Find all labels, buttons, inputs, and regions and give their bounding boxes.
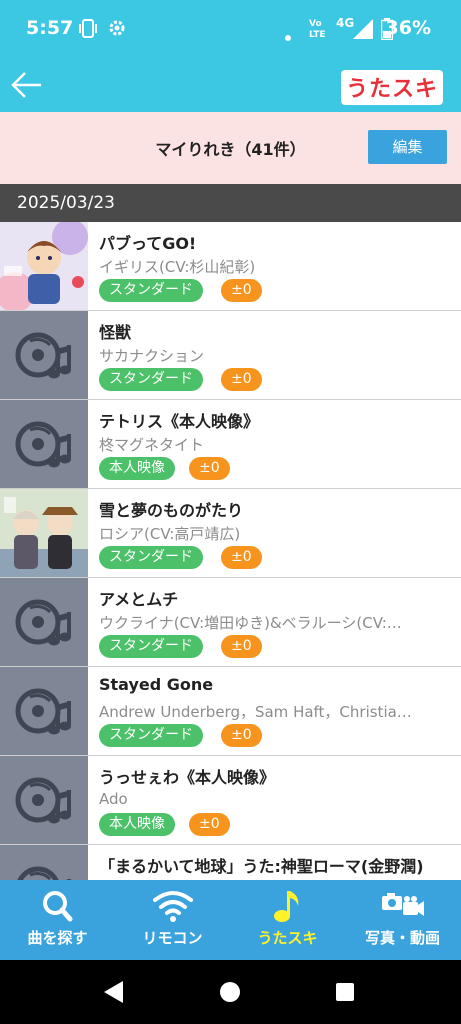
- nav-utasuki-label: うたスキ: [257, 929, 318, 947]
- song-title: 「まるかいて地球」うた:神聖ローマ(金野潤): [99, 857, 424, 876]
- song-row[interactable]: パブってGO! イギリス(CV:杉山紀彰) スタンダード ±0: [0, 222, 461, 311]
- music-disc-icon: [0, 756, 88, 844]
- song-row[interactable]: 怪獣サカナクションスタンダード ±0: [0, 311, 461, 400]
- song-key-badge: ±0: [189, 813, 230, 836]
- song-type-badge: 本人映像: [99, 813, 175, 836]
- song-row[interactable]: テトリス《本人映像》 柊マグネタイト本人映像 ±0: [0, 400, 461, 489]
- system-nav-bar: [0, 960, 461, 1024]
- svg-text:Vo: Vo: [309, 19, 322, 29]
- recents-square-icon[interactable]: [335, 982, 355, 1002]
- song-type-badge: スタンダード: [99, 279, 203, 302]
- song-key-badge: ±0: [189, 457, 230, 480]
- wifi-icon: [153, 891, 193, 922]
- song-title: アメとムチ: [99, 590, 179, 609]
- network-type: 4G: [336, 16, 355, 30]
- song-artist: 柊マグネタイト: [99, 436, 205, 454]
- song-row[interactable]: Stayed Gone Andrew Underberg，Sam Haft，Chr…: [0, 667, 461, 756]
- song-key-badge: ±0: [221, 635, 262, 658]
- song-row[interactable]: 「まるかいて地球」うた:神聖ローマ(金野潤): [0, 845, 461, 880]
- nav-remote[interactable]: リモコン: [115, 880, 230, 960]
- nav-search[interactable]: 曲を探す: [0, 880, 115, 960]
- back-button[interactable]: [10, 68, 44, 102]
- music-disc-icon: [0, 311, 88, 399]
- song-key-badge: ±0: [221, 279, 262, 302]
- nav-photo-video[interactable]: 写真・動画: [345, 880, 460, 960]
- song-key-badge: ±0: [221, 368, 262, 391]
- song-title: パブってGO!: [99, 234, 197, 253]
- status-time: 5:57: [26, 17, 74, 39]
- song-artist: ロシア(CV:高戸靖広): [99, 525, 241, 543]
- nav-remote-label: リモコン: [142, 929, 203, 947]
- sim-icon: [78, 18, 98, 44]
- song-title: Stayed Gone: [99, 675, 214, 694]
- svg-text:LTE: LTE: [309, 30, 326, 39]
- song-artist: Ado: [99, 790, 128, 808]
- song-row[interactable]: アメとムチウクライナ(CV:増田ゆき)&ベラルーシ(CV:… スタンダード ±0: [0, 578, 461, 667]
- bottom-nav: 曲を探す リモコン うたスキ 写真・動画: [0, 880, 461, 960]
- music-disc-icon: [0, 667, 88, 755]
- music-disc-icon: [0, 578, 88, 666]
- song-key-badge: ±0: [221, 724, 262, 747]
- nav-utasuki[interactable]: うたスキ: [230, 880, 345, 960]
- music-disc-icon: [0, 400, 88, 488]
- song-type-badge: スタンダード: [99, 635, 203, 658]
- settings-icon: [107, 18, 127, 42]
- camera-video-icon: [382, 893, 424, 916]
- arrow-left-icon: [11, 72, 41, 98]
- song-type-badge: スタンダード: [99, 368, 203, 391]
- song-list: パブってGO! イギリス(CV:杉山紀彰) スタンダード ±0 怪獣 サカナクション スタン…: [0, 222, 461, 880]
- edit-button[interactable]: 編集: [368, 130, 447, 164]
- search-icon: [43, 891, 73, 922]
- app-header: うたスキ: [0, 58, 461, 112]
- back-triangle-icon[interactable]: [103, 980, 125, 1004]
- song-key-badge: ±0: [221, 546, 262, 569]
- song-type-badge: 本人映像: [99, 457, 175, 480]
- song-type-badge: スタンダード: [99, 724, 203, 747]
- nav-search-label: 曲を探す: [27, 929, 88, 947]
- song-artwork: [0, 222, 88, 310]
- dot-icon: [285, 26, 291, 45]
- battery-percent: 36%: [385, 17, 431, 39]
- song-type-badge: スタンダード: [99, 546, 203, 569]
- song-artist: ウクライナ(CV:増田ゆき)&ベラルーシ(CV:…: [99, 614, 402, 632]
- song-artist: Andrew Underberg，Sam Haft，Christia…: [99, 703, 412, 721]
- status-bar: 5:57 Vo LTE 4G 36%: [0, 0, 461, 58]
- song-title: 怪獣: [99, 323, 132, 342]
- music-disc-icon: [0, 845, 88, 880]
- home-circle-icon[interactable]: [219, 981, 241, 1003]
- song-title: 雪と夢のものがたり: [99, 501, 244, 520]
- song-row[interactable]: 雪と夢のものがたり ロシア(CV:高戸靖広) スタンダード ±0: [0, 489, 461, 578]
- song-artist: イギリス(CV:杉山紀彰): [99, 258, 256, 276]
- song-artist: サカナクション: [99, 347, 205, 365]
- nav-photo-video-label: 写真・動画: [364, 929, 440, 947]
- signal-icon: [353, 19, 373, 43]
- music-note-icon: [274, 891, 299, 922]
- song-row[interactable]: うっせぇわ《本人映像》 Ado 本人映像 ±0: [0, 756, 461, 845]
- date-header: 2025/03/23: [0, 184, 461, 222]
- volte-icon: Vo LTE: [309, 17, 329, 43]
- song-artwork: [0, 489, 88, 577]
- app-logo: うたスキ: [340, 70, 443, 105]
- song-title: うっせぇわ《本人映像》: [99, 768, 276, 787]
- song-title: テトリス《本人映像》: [99, 412, 260, 431]
